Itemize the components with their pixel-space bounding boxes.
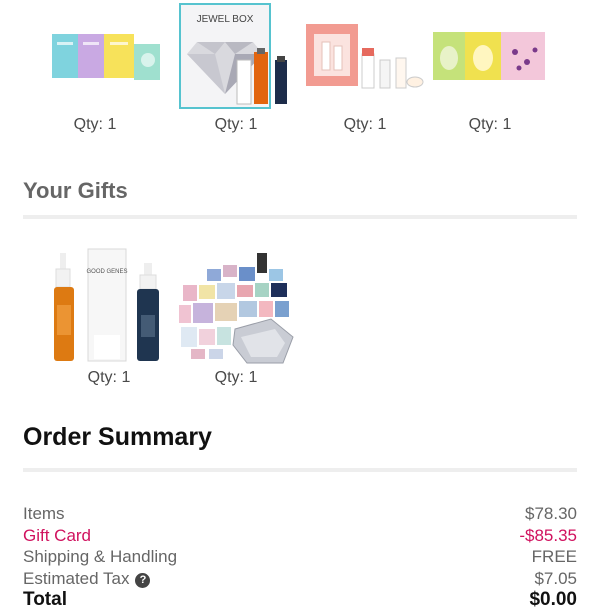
product-image-eye-patches bbox=[425, 0, 555, 112]
gifts-divider bbox=[23, 215, 577, 219]
quantity-label: Qty: 1 bbox=[214, 369, 258, 386]
quantity-label: Qty: 1 bbox=[73, 116, 117, 133]
gift-card-value: -$85.35 bbox=[519, 525, 577, 545]
gift-image-sample-bundle bbox=[171, 245, 301, 365]
shipping-value: FREE bbox=[531, 547, 577, 566]
order-summary-table: Items $78.30 Gift Card -$85.35 Shipping … bbox=[23, 503, 577, 611]
gift-image-sunday-riley-minis: GOOD GENES bbox=[44, 245, 174, 365]
order-item-skincare-set[interactable]: Qty: 1 bbox=[300, 0, 430, 140]
summary-row-tax: Estimated Tax? $7.05 bbox=[23, 568, 577, 590]
quantity-label: Qty: 1 bbox=[468, 116, 512, 133]
good-genes-label: GOOD GENES bbox=[86, 269, 127, 275]
gifts-row: GOOD GENES Qty: 1 Qty: 1 bbox=[0, 245, 600, 390]
your-gifts-heading: Your Gifts bbox=[23, 178, 128, 203]
order-item-sheet-masks[interactable]: Qty: 1 bbox=[30, 0, 162, 140]
items-value: $78.30 bbox=[525, 504, 577, 523]
summary-row-shipping: Shipping & Handling FREE bbox=[23, 546, 577, 568]
summary-divider bbox=[23, 468, 577, 472]
shipping-label: Shipping & Handling bbox=[23, 547, 178, 566]
gift-item-sunday-riley-minis[interactable]: GOOD GENES Qty: 1 bbox=[44, 245, 174, 390]
summary-row-items: Items $78.30 bbox=[23, 503, 577, 525]
product-image-sheet-masks bbox=[30, 0, 162, 112]
order-items-row: Qty: 1 JEWEL BOX Qty: 1 Qty: 1 Qty: 1 bbox=[0, 0, 600, 140]
product-image-skincare-set bbox=[300, 0, 430, 112]
quantity-label: Qty: 1 bbox=[87, 369, 131, 386]
quantity-label: Qty: 1 bbox=[214, 116, 258, 133]
summary-row-gift-card: Gift Card -$85.35 bbox=[23, 525, 577, 547]
tax-label: Estimated Tax bbox=[23, 568, 130, 588]
order-item-eye-patches[interactable]: Qty: 1 bbox=[425, 0, 555, 140]
jewel-box-title: JEWEL BOX bbox=[197, 14, 254, 25]
gift-card-label: Gift Card bbox=[23, 525, 92, 545]
order-item-jewel-box[interactable]: JEWEL BOX Qty: 1 bbox=[171, 0, 301, 140]
items-label: Items bbox=[23, 504, 65, 523]
tax-value: $7.05 bbox=[534, 568, 577, 588]
order-summary-heading: Order Summary bbox=[23, 423, 212, 451]
quantity-label: Qty: 1 bbox=[343, 116, 387, 133]
question-circle-icon[interactable]: ? bbox=[135, 572, 151, 588]
gift-item-sample-bundle[interactable]: Qty: 1 bbox=[171, 245, 301, 390]
product-image-jewel-box: JEWEL BOX bbox=[171, 0, 301, 112]
tax-label-wrap: Estimated Tax? bbox=[23, 568, 151, 590]
